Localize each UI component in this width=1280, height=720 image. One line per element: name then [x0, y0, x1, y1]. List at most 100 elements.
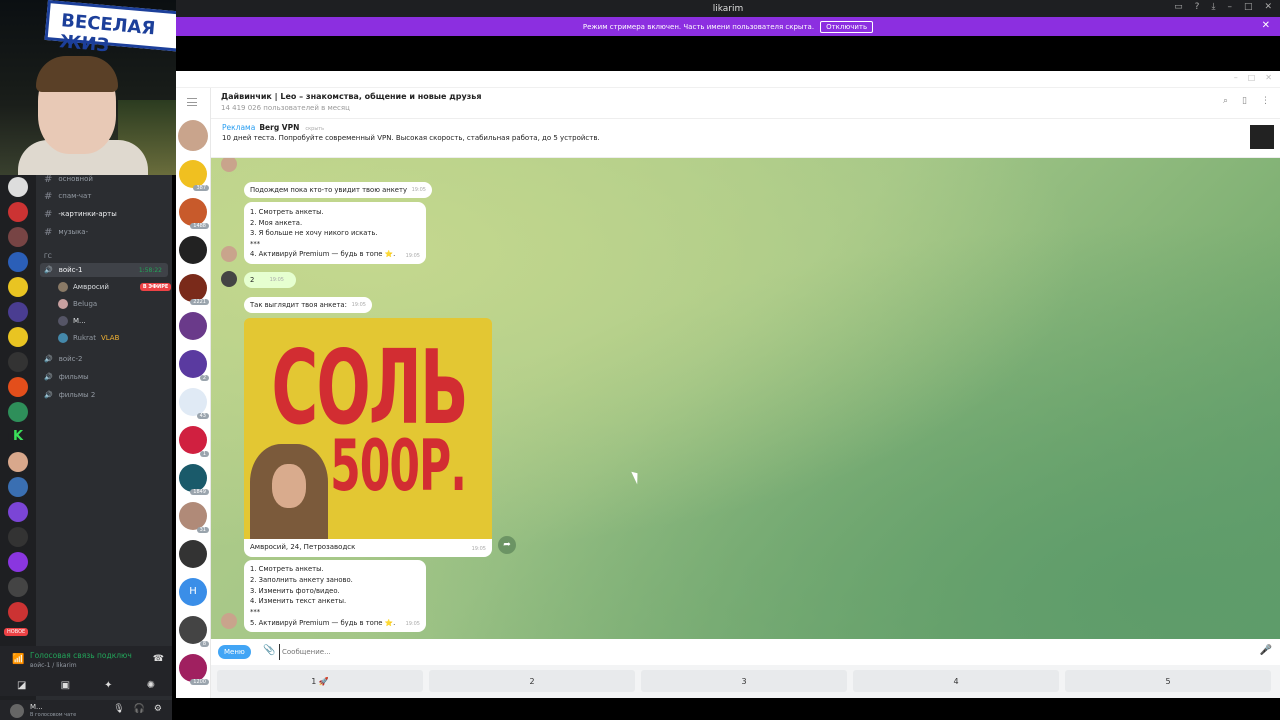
server-icon[interactable] [8, 402, 28, 422]
chat-title[interactable]: Дайвинчик | Leo – знакомства, общение и … [221, 92, 482, 101]
close-banner-icon[interactable]: ✕ [1262, 20, 1270, 31]
chat-avatar[interactable]: 1488 [179, 198, 209, 229]
avatar[interactable] [10, 704, 24, 718]
voice-connection-status: 📶 Голосовая связь подключ войс-1 / likar… [0, 646, 172, 674]
keyboard-button-3[interactable]: 3 [641, 670, 847, 692]
server-icon[interactable] [8, 477, 28, 497]
message-bubble[interactable]: Так выглядит твоя анкета: 19:05 [244, 297, 372, 313]
voice-timer: 1:58:22 [138, 266, 162, 274]
keyboard-button-1[interactable]: 1 🚀 [217, 670, 423, 692]
minimize-icon[interactable]: – [1234, 73, 1238, 82]
server-icon[interactable] [8, 452, 28, 472]
close-icon[interactable]: ✕ [1265, 73, 1272, 82]
chat-avatar[interactable]: 1 [179, 426, 209, 457]
my-avatar [221, 271, 237, 287]
attach-icon[interactable]: 📎 [263, 645, 275, 656]
server-icon[interactable] [8, 277, 28, 297]
hamburger-menu-icon[interactable] [187, 98, 197, 106]
server-icon[interactable] [8, 502, 28, 522]
voice-channel[interactable]: 🔊 войс-2 [44, 352, 83, 366]
server-icon[interactable] [8, 177, 28, 197]
chat-avatar[interactable] [179, 236, 207, 264]
message-bubble[interactable]: 1. Смотреть анкеты. 2. Заполнить анкету … [244, 560, 426, 632]
chat-avatar[interactable] [179, 540, 207, 568]
chat-avatar[interactable]: 2221 [179, 274, 209, 305]
chat-avatar[interactable]: 8 [179, 616, 209, 647]
server-icon[interactable] [8, 352, 28, 372]
server-icon[interactable] [8, 602, 28, 622]
composer: Меню 📎 🎤 [211, 639, 1280, 665]
chat-avatar[interactable]: 387 [179, 160, 209, 191]
server-icon[interactable] [8, 252, 28, 272]
ad-thumbnail [1250, 125, 1274, 149]
camera-off-icon[interactable]: ◪ [17, 680, 26, 691]
voice-user[interactable]: Амвросий В ЭФИРЕ [58, 280, 172, 294]
category-label[interactable]: ГС [44, 249, 52, 263]
outgoing-message[interactable]: 2 19:05 [244, 272, 296, 288]
profile-photo[interactable]: СОЛЬ 500Р. [244, 318, 492, 539]
screen-share-icon[interactable]: ▣ [61, 680, 70, 691]
chat-avatar[interactable] [179, 312, 207, 340]
voice-user[interactable]: Beluga [58, 297, 97, 311]
twitch-server-icon[interactable] [8, 552, 28, 572]
message-input[interactable] [279, 644, 1179, 660]
user-panel: М... В голосовом чате 🎙 🎧 ⚙ [0, 700, 172, 720]
server-icon[interactable] [8, 327, 28, 347]
chat-avatar[interactable]: H [179, 578, 207, 606]
channel-item[interactable]: # -картинки-арты [44, 207, 117, 221]
sponsored-message-bar[interactable]: Реклама Berg VPN скрыть 10 дней теста. Поп… [178, 119, 1280, 158]
message-bubble[interactable]: 1. Смотреть анкеты. 2. Моя анкета. 3. Я … [244, 202, 426, 264]
chat-avatar[interactable] [178, 121, 208, 151]
voice-user[interactable]: Rukrat VLAB [58, 331, 119, 345]
maximize-icon[interactable]: □ [1248, 73, 1256, 82]
download-icon[interactable]: ⤓ [1211, 2, 1215, 12]
server-icon[interactable] [8, 577, 28, 597]
more-icon[interactable]: ⋮ [1261, 96, 1270, 106]
keyboard-button-4[interactable]: 4 [853, 670, 1059, 692]
chat-avatar[interactable]: 1200 [179, 654, 209, 685]
chat-avatar[interactable]: 1849 [179, 464, 209, 495]
keyboard-button-2[interactable]: 2 [429, 670, 635, 692]
server-icon[interactable]: K [8, 427, 28, 447]
server-icon[interactable] [8, 377, 28, 397]
help-icon[interactable]: ? [1195, 2, 1200, 12]
voice-channel-active[interactable]: 🔊 войс-1 1:58:22 [40, 263, 168, 277]
settings-icon[interactable]: ⚙ [154, 704, 162, 714]
hide-ad-link[interactable]: скрыть [305, 126, 324, 132]
channel-item[interactable]: # основной [44, 172, 93, 186]
channel-item[interactable]: # музыка- [44, 225, 88, 239]
mic-icon[interactable]: 🎙 [113, 704, 124, 714]
close-icon[interactable]: ✕ [1264, 2, 1272, 12]
bot-menu-button[interactable]: Меню [218, 645, 251, 659]
server-icon[interactable] [8, 302, 28, 322]
server-icon[interactable] [8, 227, 28, 247]
soundboard-icon[interactable]: ✺ [147, 680, 155, 691]
message-area[interactable]: Подождем пока кто-то увидит твою анкету … [211, 158, 1280, 639]
chat-avatar[interactable]: 31 [179, 502, 209, 533]
server-icon[interactable] [8, 202, 28, 222]
chat-avatar[interactable]: 2 [179, 350, 209, 381]
inbox-icon[interactable]: ▭ [1174, 2, 1183, 12]
keyboard-button-5[interactable]: 5 [1065, 670, 1271, 692]
channel-item[interactable]: # спам-чат [44, 189, 91, 203]
disconnect-icon[interactable]: ☎ [153, 654, 164, 664]
message-bubble[interactable]: Подождем пока кто-то увидит твою анкету … [244, 182, 432, 198]
voice-channel[interactable]: 🔊 фильмы 2 [44, 388, 95, 402]
streamer-mode-banner: Режим стримера включен. Часть имени поль… [176, 17, 1280, 36]
maximize-icon[interactable]: □ [1244, 2, 1253, 12]
sidebar-toggle-icon[interactable]: ▯ [1242, 96, 1247, 106]
voice-channel[interactable]: 🔊 фильмы [44, 370, 89, 384]
sender-avatar [221, 246, 237, 262]
server-icon[interactable] [8, 527, 28, 547]
disable-streamer-button[interactable]: Отключить [820, 20, 874, 33]
user-status: В голосовом чате [30, 712, 77, 718]
telegram-window: – □ ✕ 387 1488 2221 2 43 1 1849 31 H 8 1… [176, 71, 1280, 698]
voice-user[interactable]: М... [58, 314, 86, 328]
chat-avatar[interactable]: 43 [179, 388, 209, 419]
microphone-icon[interactable]: 🎤 [1260, 645, 1272, 656]
search-icon[interactable]: ⌕ [1223, 96, 1228, 106]
activities-icon[interactable]: ✦ [104, 680, 112, 691]
minimize-icon[interactable]: – [1227, 2, 1232, 12]
share-icon[interactable]: ➦ [498, 536, 516, 554]
headphones-icon[interactable]: 🎧 [134, 704, 145, 714]
